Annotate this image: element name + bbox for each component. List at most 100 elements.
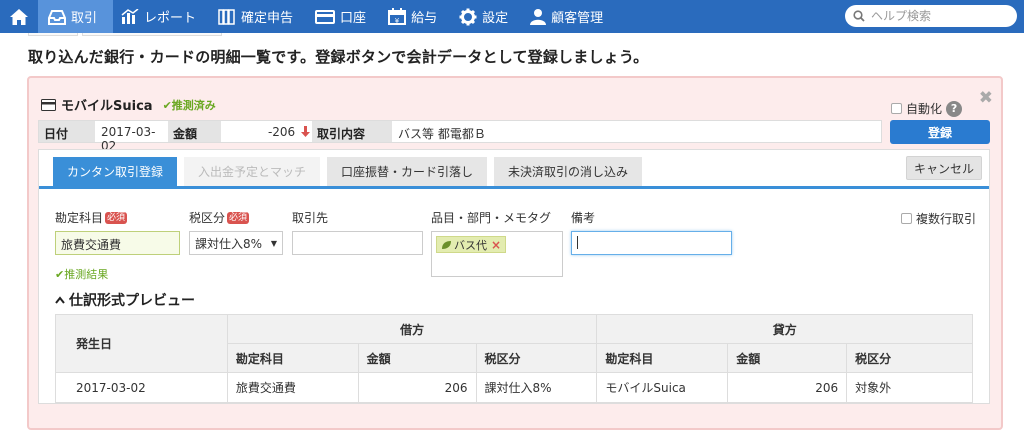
journal-preview-table: 発生日 借方 貸方 勘定科目 金額 税区分 勘定科目 金額 税区分 2017-0…	[55, 314, 973, 403]
cell-credit-account: モバイルSuica	[596, 372, 729, 403]
partner-input[interactable]	[292, 231, 423, 255]
nav-item-settings[interactable]: 設定	[451, 0, 522, 33]
chevron-up-icon	[55, 296, 65, 304]
column-header-credit-tax: 税区分	[846, 343, 973, 373]
tab-settle-unpaid[interactable]: 未決済取引の消し込み	[494, 157, 643, 186]
guess-result: ✔推測結果	[55, 268, 109, 281]
entry-form: カンタン取引登録 入出金予定とマッチ 口座振替・カード引落し 未決済取引の消し込…	[38, 149, 990, 404]
column-header-date: 発生日	[55, 314, 228, 373]
svg-text:¥: ¥	[395, 17, 400, 25]
account-name: モバイルSuica	[61, 99, 153, 114]
note-label: 備考	[571, 211, 596, 225]
cell-credit-tax: 対象外	[846, 372, 973, 403]
auto-rule-label: 自動化	[906, 102, 943, 116]
tag-input[interactable]: バス代 ×	[431, 231, 563, 277]
tag-chip-label: バス代	[454, 238, 487, 252]
required-badge: 必須	[227, 211, 250, 224]
remove-tag-icon[interactable]: ×	[491, 238, 501, 252]
help-search[interactable]	[845, 5, 1017, 27]
tax-label: 税区分	[189, 211, 226, 225]
partner-label: 取引先	[292, 211, 329, 225]
cancel-button[interactable]: キャンセル	[906, 156, 982, 180]
nav-item-transactions[interactable]: 取引	[38, 0, 114, 33]
tab-underline	[39, 186, 989, 189]
nav-item-payroll[interactable]: ¥ 給与	[380, 0, 451, 33]
date-label: 日付	[39, 121, 95, 142]
nav-item-reports[interactable]: レポート	[113, 0, 210, 33]
nav-label: 設定	[482, 11, 509, 26]
nav-item-customers[interactable]: 顧客管理	[522, 0, 617, 33]
nav-label: 取引	[71, 11, 98, 26]
tax-select[interactable]: 課対仕入8% ▼	[189, 231, 283, 255]
required-badge: 必須	[105, 211, 128, 224]
nav-item-tax-return[interactable]: 確定申告	[210, 0, 307, 33]
tab-match-schedule: 入出金予定とマッチ	[184, 157, 321, 186]
multi-row-toggle[interactable]: 複数行取引	[901, 210, 976, 227]
help-search-input[interactable]	[869, 8, 1009, 24]
gear-icon	[459, 8, 477, 25]
date-value: 2017-03-02	[101, 125, 156, 153]
tab-transfer[interactable]: 口座振替・カード引落し	[327, 157, 488, 186]
nav-label: 確定申告	[241, 11, 294, 26]
entry-tabs: カンタン取引登録 入出金予定とマッチ 口座振替・カード引落し 未決済取引の消し込…	[53, 157, 649, 186]
register-button[interactable]: 登録	[890, 120, 990, 144]
tab-easy-entry[interactable]: カンタン取引登録	[53, 157, 178, 186]
close-icon[interactable]: ✖	[979, 88, 993, 108]
multi-row-checkbox[interactable]	[901, 213, 912, 224]
column-header-credit: 貸方	[596, 314, 973, 344]
column-header-debit: 借方	[226, 314, 598, 344]
amount-label: 金額	[168, 121, 221, 142]
amount-value-wrap: -206	[221, 121, 312, 142]
account-label: 勘定科目	[55, 211, 104, 225]
cell-debit-account: 旅費交通費	[226, 372, 359, 403]
home-icon	[10, 8, 28, 25]
user-icon	[530, 9, 547, 25]
cell-debit-amount: 206	[357, 372, 477, 403]
card-title: モバイルSuica ✔推測済み	[41, 95, 216, 114]
preview-heading[interactable]: 仕訳形式プレビュー	[55, 290, 195, 310]
statement-info-row: 日付 2017-03-02 金額 -206 取引内容 バス等 都電都Ｂ	[38, 120, 882, 153]
preview-title: 仕訳形式プレビュー	[69, 293, 195, 309]
cell-credit-amount: 206	[727, 372, 848, 403]
column-header-debit-amount: 金額	[357, 343, 477, 373]
cell-date: 2017-03-02	[55, 372, 228, 403]
top-navigation: 取引 レポート 確定申告 口座 ¥ 給与 設定 顧客管理 ヘルプ検索	[0, 0, 1024, 33]
auto-rule-toggle[interactable]: 自動化 ?	[891, 100, 963, 117]
guess-status: ✔推測済み	[162, 98, 216, 112]
home-button[interactable]	[0, 0, 38, 33]
description-label: 取引内容	[312, 121, 392, 142]
nav-label: 顧客管理	[551, 11, 604, 26]
table-header-row: 発生日 借方 貸方	[55, 314, 973, 373]
column-header-credit-amount: 金額	[727, 343, 848, 373]
nav-label: 給与	[411, 11, 438, 26]
search-icon	[853, 10, 865, 22]
arrow-down-icon	[301, 126, 310, 137]
text-cursor	[577, 236, 578, 249]
cell-debit-tax: 課対仕入8%	[475, 372, 598, 403]
tag-chip: バス代 ×	[436, 236, 507, 253]
column-header-debit-tax: 税区分	[475, 343, 598, 373]
multi-row-label: 複数行取引	[916, 212, 977, 226]
help-icon[interactable]: ?	[946, 100, 963, 117]
column-header-debit-account: 勘定科目	[226, 343, 359, 373]
calendar-icon: ¥	[388, 8, 407, 25]
tax-field-label: 税区分 必須	[189, 209, 250, 226]
credit-card-icon	[315, 9, 336, 24]
nav-label: 口座	[340, 11, 367, 26]
note-input[interactable]	[571, 231, 732, 255]
column-header-credit-account: 勘定科目	[596, 343, 729, 373]
nav-item-accounts[interactable]: 口座	[307, 0, 380, 33]
tax-select-value: 課対仕入8%	[195, 236, 263, 251]
bar-chart-icon	[121, 8, 139, 24]
subtab-remnant	[28, 33, 78, 36]
account-input[interactable]: 旅費交通費	[55, 231, 180, 255]
subtab-remnants	[28, 33, 388, 36]
leaf-icon	[442, 240, 451, 249]
page-title: 取り込んだ銀行・カードの明細一覧です。登録ボタンで会計データとして登録しましょう…	[28, 48, 649, 66]
inbox-icon	[48, 9, 66, 25]
description-value: バス等 都電都Ｂ	[398, 127, 486, 141]
nav-label: レポート	[144, 11, 197, 26]
statement-card: モバイルSuica ✔推測済み ✖ 自動化 ? 日付 2017-03-02 金額…	[27, 76, 1003, 430]
caret-down-icon: ▼	[270, 238, 277, 248]
auto-rule-checkbox[interactable]	[891, 103, 902, 114]
